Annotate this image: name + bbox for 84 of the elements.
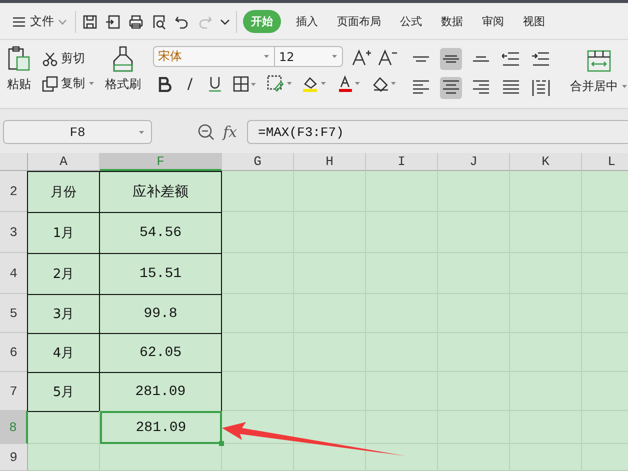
table-cell (222, 294, 294, 333)
file-menu[interactable]: 文件 (10, 13, 69, 30)
ribbon-tab[interactable]: 视图 (519, 10, 549, 33)
align-justify-icon (502, 80, 520, 96)
align-right-icon (472, 80, 490, 96)
font-name-field[interactable]: 宋体 (153, 46, 275, 67)
chevron-icon (58, 18, 67, 24)
table-cell: 应补差额 (99, 171, 222, 213)
ribbon-tab[interactable]: 公式 (396, 10, 426, 33)
paste-icon (6, 46, 32, 72)
paste-button[interactable]: 粘贴 (6, 46, 32, 102)
align-left-icon (412, 80, 430, 96)
caret-icon (138, 130, 145, 135)
align-button[interactable] (440, 48, 462, 70)
row-header[interactable]: 7 (0, 372, 28, 411)
caret-icon (331, 54, 338, 59)
table-cell: 月份 (27, 171, 100, 213)
table-cell (438, 171, 510, 212)
table-cell (366, 171, 438, 212)
export-icon[interactable] (105, 14, 121, 30)
increase-font-icon[interactable] (351, 48, 371, 66)
align-top-icon (412, 56, 430, 62)
font-size-field[interactable]: 12 (275, 46, 343, 67)
align-button[interactable] (530, 77, 552, 99)
highlight-icon[interactable] (302, 75, 328, 93)
caret-icon (88, 81, 95, 86)
decrease-font-icon[interactable] (377, 48, 397, 66)
table-cell (222, 333, 294, 372)
format-painter-button[interactable]: 格式刷 (105, 46, 141, 102)
column-header[interactable]: A (28, 153, 100, 171)
align-indent-icon (532, 51, 550, 67)
function-button[interactable]: fx (223, 123, 238, 141)
scissors-icon (42, 50, 58, 66)
ribbon-tab[interactable]: 插入 (292, 10, 322, 33)
merge-center-button[interactable]: 合并居中 (570, 46, 628, 102)
row-header[interactable]: 3 (0, 212, 28, 253)
ribbon-tab[interactable]: 数据 (437, 10, 467, 33)
underline-icon[interactable] (206, 75, 223, 93)
dropdown-icon[interactable] (220, 18, 230, 26)
table-cell (510, 171, 582, 212)
fill-color-icon[interactable] (266, 75, 292, 93)
column-header[interactable]: I (366, 153, 438, 171)
row-header[interactable]: 6 (0, 333, 28, 372)
align-button[interactable] (440, 77, 462, 99)
align-bottom-icon (472, 56, 490, 62)
zoom-icon[interactable] (197, 123, 215, 141)
copy-icon (42, 76, 58, 92)
save-icon[interactable] (82, 14, 98, 30)
copy-button[interactable]: 复制 (42, 75, 95, 92)
align-distributed-icon (532, 80, 550, 96)
align-outdent-icon (502, 51, 520, 67)
table-cell (222, 253, 294, 294)
eraser-icon[interactable] (372, 75, 398, 93)
column-header[interactable]: L (582, 153, 628, 171)
column-header[interactable]: K (510, 153, 582, 171)
table-cell: 281.09 (100, 411, 222, 444)
merge-cells-icon (587, 50, 611, 72)
formula-field[interactable]: =MAX(F3:F7) (247, 120, 628, 144)
name-box[interactable]: F8 (3, 120, 152, 144)
print-preview-icon[interactable] (151, 14, 167, 30)
row-header[interactable]: 2 (0, 171, 28, 212)
ribbon-tab[interactable]: 页面布局 (333, 10, 385, 33)
row-header[interactable]: 4 (0, 253, 28, 294)
cut-button[interactable]: 剪切 (42, 50, 95, 67)
borders-icon[interactable] (232, 76, 257, 92)
align-center-icon (442, 80, 460, 96)
ribbon-tab[interactable]: 审阅 (478, 10, 508, 33)
bold-icon[interactable] (157, 76, 173, 92)
table-cell (222, 171, 294, 212)
font-color-icon[interactable] (338, 75, 362, 93)
table-cell (222, 372, 294, 411)
table-cell (222, 212, 294, 253)
print-icon[interactable] (128, 14, 144, 30)
caret-icon (621, 84, 628, 89)
caret-icon (263, 54, 270, 59)
column-header[interactable]: G (222, 153, 294, 171)
table-cell (222, 444, 294, 471)
table-cell: 5月 (27, 372, 100, 412)
row-header[interactable]: 5 (0, 294, 28, 333)
menu-icon (12, 16, 26, 28)
table-cell (294, 171, 366, 212)
column-header[interactable]: J (438, 153, 510, 171)
column-header[interactable]: H (294, 153, 366, 171)
row-header[interactable]: 9 (0, 444, 28, 471)
